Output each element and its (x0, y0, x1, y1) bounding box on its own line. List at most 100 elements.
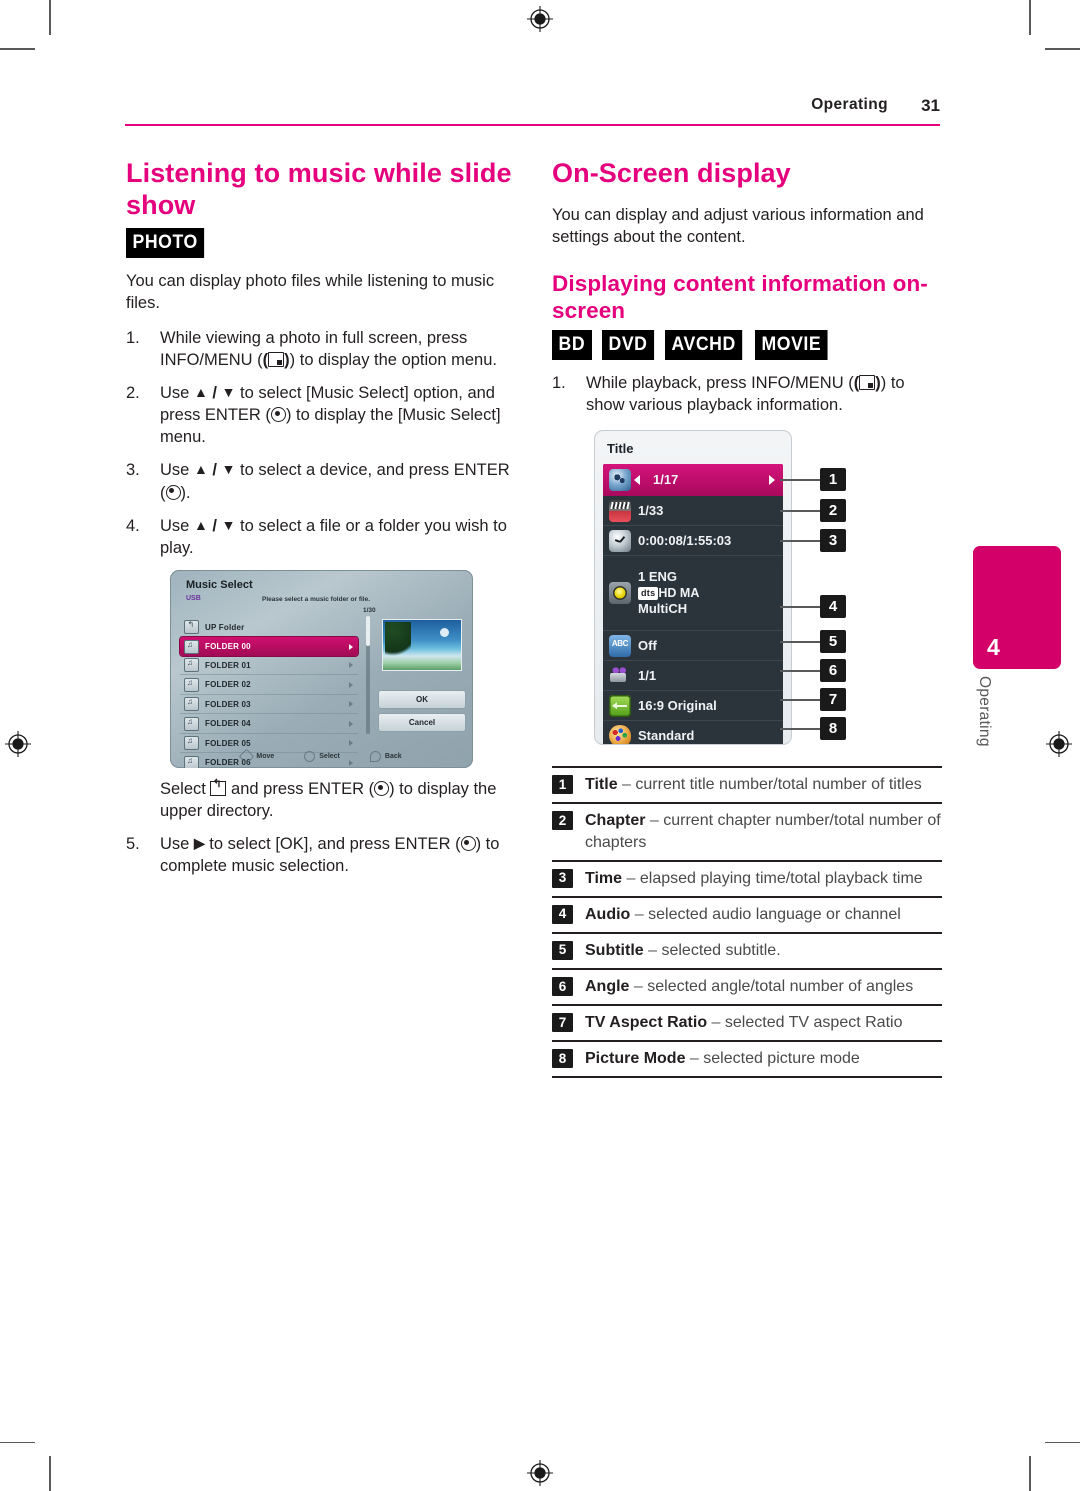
callout-leader (780, 606, 820, 608)
legend-desc-5: selected subtitle. (661, 941, 781, 959)
callout-leader (780, 540, 820, 542)
up-folder-icon (210, 778, 227, 796)
legend-dash-2: – (645, 812, 664, 830)
osd-row-title[interactable]: 1/17 (603, 464, 783, 497)
step-number-1: 1. (126, 328, 140, 347)
legend-number-7: 7 (552, 1013, 573, 1033)
music-folder-icon (184, 697, 199, 712)
subtitle-abc-icon (609, 634, 631, 657)
legend-term-4: Audio (585, 905, 631, 923)
dts-logo: dts (638, 587, 659, 601)
osd-row-picture-mode[interactable]: Standard (603, 721, 783, 745)
music-select-source-label: USB (186, 594, 201, 602)
legend-number-6: 6 (552, 976, 573, 996)
side-tab-label: Operating (976, 676, 993, 747)
list-item[interactable]: FOLDER 00 (180, 637, 358, 656)
list-item[interactable]: UP Folder (180, 618, 358, 638)
music-select-list: UP Folder FOLDER 00 FOLDER 01 FOLDER 02 (180, 618, 358, 768)
callout-leader (780, 728, 820, 730)
right-section-title: On-Screen display (552, 158, 791, 188)
enter-button-icon (374, 780, 390, 796)
crop-mark-bottom-left-h (0, 1441, 35, 1443)
music-select-page-count: 1/30 (363, 606, 376, 614)
legend-dash-1: – (617, 776, 636, 794)
osd-row-time[interactable]: 0:00:08/1:55:03 (603, 526, 783, 557)
step-text-3d: ). (180, 483, 191, 502)
osd-row-audio[interactable]: 1 ENG dts HD MA MultiCH (603, 556, 783, 632)
page-header: Operating 31 (125, 96, 940, 126)
crop-mark-top-right-h (1045, 48, 1080, 50)
return-icon (369, 750, 381, 762)
list-item[interactable]: FOLDER 04 (180, 714, 358, 734)
media-badge-avchd: AVCHD (664, 330, 742, 361)
step-text-5b: to select [OK], and press ENTER ( (204, 835, 461, 854)
picture-mode-palette-icon (609, 724, 631, 745)
crop-mark-top-right-v (1029, 0, 1031, 35)
step-item-1: 1. While viewing a photo in full screen, … (126, 328, 497, 370)
down-arrow-icon: ▼ (221, 516, 236, 533)
osd-row-aspect[interactable]: 16:9 Original (603, 691, 783, 722)
osd-row-chapter[interactable]: 1/33 (603, 496, 783, 527)
legend-row-6: 6 Angle – selected angle/total number of … (552, 970, 942, 1007)
chapter-side-tab: 4 (973, 546, 1061, 669)
down-arrow-icon: ▼ (221, 384, 236, 401)
registration-mark-top (527, 6, 553, 32)
callout-3: 3 (820, 529, 846, 553)
sun-shape (440, 627, 449, 637)
legend-desc-7: selected TV aspect Ratio (724, 1014, 903, 1032)
aspect-ratio-icon (609, 694, 631, 717)
list-item[interactable]: FOLDER 02 (180, 675, 358, 695)
callout-7: 7 (820, 688, 846, 712)
angle-camera-icon (609, 665, 631, 687)
crop-mark-top-left-v (49, 0, 51, 35)
media-badge-dvd: DVD (601, 330, 654, 361)
cancel-button[interactable]: Cancel (378, 712, 466, 732)
footer-hint-select: Select (304, 750, 340, 762)
osd-screenshot: Title 1/17 1/33 0:00:08/1:55:03 1 ENG dt… (594, 430, 792, 746)
list-item[interactable]: FOLDER 01 (180, 656, 358, 676)
legend-row-1: 1 Title – current title number/total numb… (552, 768, 942, 805)
crop-mark-bottom-left-v (49, 1456, 51, 1491)
page-number: 31 (921, 96, 940, 115)
legend-dash-4: – (630, 905, 649, 923)
legend-term-5: Subtitle (585, 941, 644, 959)
chevron-right-icon (349, 701, 353, 708)
list-item[interactable]: FOLDER 03 (180, 695, 358, 715)
osd-row-angle[interactable]: 1/1 (603, 661, 783, 692)
legend-term-2: Chapter (585, 812, 646, 830)
callout-leader (780, 479, 820, 481)
callout-1: 1 (820, 468, 846, 492)
osd-value-aspect: 16:9 Original (638, 697, 717, 713)
step-item-5: 5. Use ▶ to select [OK], and press ENTER … (126, 833, 516, 877)
ok-button[interactable]: OK (378, 689, 466, 709)
chapter-clapperboard-icon (609, 499, 631, 522)
step-item-3: 3. Use ▲ / ▼ to select a device, and pres… (126, 459, 516, 503)
legend-desc-3: elapsed playing time/total playback time (639, 869, 923, 887)
osd-value-time: 0:00:08/1:55:03 (638, 532, 732, 548)
media-badge-bd: BD (552, 330, 592, 361)
step-text-r1a: While playback, press INFO/MENU ( (586, 374, 854, 393)
header-chapter-name: Operating (811, 96, 888, 113)
chevron-right-icon (349, 643, 353, 650)
info-menu-icon (859, 375, 876, 391)
chevron-right-icon[interactable] (769, 475, 775, 486)
legend-row-5: 5 Subtitle – selected subtitle. (552, 934, 942, 970)
enter-button-icon (165, 484, 181, 500)
osd-value-audio: 1 ENG dts HD MA MultiCH (638, 569, 699, 617)
left-column: Listening to music while slide show PHOT… (126, 158, 516, 888)
scrollbar[interactable] (366, 615, 370, 734)
enter-icon (304, 750, 316, 762)
footer-hint-back: Back (369, 750, 402, 762)
callout-4: 4 (820, 595, 846, 619)
right-column: On-Screen display You can display and ad… (552, 158, 942, 1079)
callout-5: 5 (820, 630, 846, 654)
legend-desc-4: selected audio language or channel (648, 905, 901, 923)
chevron-left-icon[interactable] (634, 475, 640, 486)
legend-term-1: Title (585, 776, 618, 794)
up-arrow-icon: ▲ (193, 516, 208, 533)
header-rule (125, 123, 940, 126)
osd-row-subtitle[interactable]: Off (603, 631, 783, 662)
list-item-label: FOLDER 00 (205, 642, 251, 652)
legend-number-1: 1 (552, 775, 573, 795)
osd-value-title: 1/17 (653, 472, 679, 488)
